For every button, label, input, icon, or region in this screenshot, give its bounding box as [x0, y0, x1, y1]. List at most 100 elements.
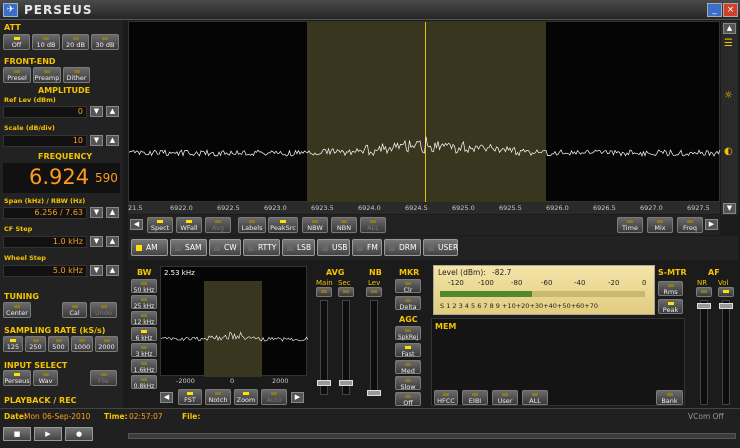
play-button[interactable]: ▶	[34, 427, 62, 441]
undo-button[interactable]: Undo	[90, 302, 117, 318]
span-down-arrow[interactable]: ▼	[90, 207, 103, 218]
att-30db-button[interactable]: 30 dB	[91, 34, 119, 50]
peaksrc-button[interactable]: PeakSrc	[268, 217, 298, 233]
sr-1000-button[interactable]: 1000	[71, 336, 93, 352]
cal-button[interactable]: Cal	[62, 302, 87, 318]
spectrum-left-arrow[interactable]: ◀	[130, 219, 143, 230]
freq-button[interactable]: Freq	[677, 217, 703, 233]
mode-cw-button[interactable]: CW	[209, 239, 241, 256]
contrast-icon[interactable]: ◐	[724, 146, 733, 157]
avg-sec-toggle[interactable]	[338, 287, 354, 297]
brightness-icon[interactable]: ☼	[724, 90, 733, 101]
wheel-step-field[interactable]: 5.0 kHz	[3, 265, 87, 277]
avg-sec-slider-knob[interactable]	[339, 380, 353, 386]
nr-toggle[interactable]	[696, 287, 712, 297]
sr-500-button[interactable]: 500	[48, 336, 69, 352]
vol-toggle[interactable]	[718, 287, 734, 297]
mode-rtty-button[interactable]: RTTY	[243, 239, 280, 256]
presel-button[interactable]: Presel	[3, 67, 31, 83]
att-20db-button[interactable]: 20 dB	[62, 34, 89, 50]
menu-icon[interactable]: ☰	[724, 38, 733, 49]
mode-lsb-button[interactable]: LSB	[282, 239, 315, 256]
frequency-display[interactable]: 6.924 590	[3, 163, 120, 193]
agc-off-button[interactable]: Off	[395, 392, 421, 407]
mode-user-button[interactable]: USER	[423, 239, 458, 256]
wheel-step-up-arrow[interactable]: ▲	[106, 265, 119, 276]
ref-level-field[interactable]: 0	[3, 106, 87, 118]
wfall-button[interactable]: WFall	[176, 217, 202, 233]
avg-main-slider-knob[interactable]	[317, 380, 331, 386]
cf-step-field[interactable]: 1.0 kHz	[3, 236, 87, 248]
bw-6khz-button[interactable]: 6 kHz	[131, 327, 157, 342]
scroll-up-arrow[interactable]: ▲	[723, 23, 736, 34]
agc-slow-button[interactable]: Slow	[395, 376, 421, 391]
mix-button[interactable]: Mix	[647, 217, 673, 233]
bw-1.6khz-button[interactable]: 1.6kHz	[131, 359, 157, 374]
cf-step-down-arrow[interactable]: ▼	[90, 236, 103, 247]
mode-sam-button[interactable]: SAM	[170, 239, 207, 256]
bw-25khz-button[interactable]: 25 kHz	[131, 295, 157, 310]
att-10db-button[interactable]: 10 dB	[32, 34, 60, 50]
nb-toggle[interactable]	[366, 287, 382, 297]
spect-button[interactable]: Spect	[147, 217, 173, 233]
bw-50khz-button[interactable]: 50 kHz	[131, 279, 157, 294]
span-up-arrow[interactable]: ▲	[106, 207, 119, 218]
agc-med-button[interactable]: Med	[395, 360, 421, 375]
span-field[interactable]: 6.256 / 7.63	[3, 207, 87, 219]
filter-display[interactable]: 2.53 kHz	[160, 266, 308, 377]
mode-usb-button[interactable]: USB	[317, 239, 350, 256]
minimize-button[interactable]: _	[707, 3, 722, 17]
wav-input-button[interactable]: Wav	[33, 370, 58, 386]
sr-2000-button[interactable]: 2000	[95, 336, 118, 352]
auto-button[interactable]: Auto	[261, 389, 287, 405]
avg-main-toggle[interactable]	[316, 287, 332, 297]
mode-fm-button[interactable]: FM	[352, 239, 382, 256]
mode-am-button[interactable]: AM	[131, 239, 168, 256]
record-button[interactable]: ●	[65, 427, 93, 441]
nb-slider-knob[interactable]	[367, 390, 381, 396]
spectrum-right-arrow[interactable]: ▶	[705, 219, 718, 230]
mem-all-button[interactable]: ALL	[522, 390, 548, 405]
agc-spkrej-button[interactable]: SpkRej	[395, 326, 421, 341]
scale-down-arrow[interactable]: ▼	[90, 135, 103, 146]
filter-right-arrow[interactable]: ▶	[291, 392, 304, 403]
dither-button[interactable]: Dither	[63, 67, 90, 83]
mkr-clr-button[interactable]: Clr	[395, 279, 421, 294]
close-button[interactable]: ×	[723, 3, 738, 17]
rms-button[interactable]: Rms	[658, 281, 683, 296]
mem-user-button[interactable]: User	[492, 390, 518, 405]
fst-button[interactable]: FST	[178, 389, 202, 405]
sr-250-button[interactable]: 250	[25, 336, 46, 352]
sr-125-button[interactable]: 125	[3, 336, 23, 352]
cf-step-up-arrow[interactable]: ▲	[106, 236, 119, 247]
mem-bank-button[interactable]: Bank	[656, 390, 683, 405]
agc-fast-button[interactable]: Fast	[395, 343, 421, 358]
nbn-button[interactable]: NBN	[331, 217, 357, 233]
filter-left-arrow[interactable]: ◀	[160, 392, 173, 403]
peak-button[interactable]: Peak	[658, 299, 683, 314]
scroll-down-arrow[interactable]: ▼	[723, 203, 736, 214]
bw-3khz-button[interactable]: 3 kHz	[131, 343, 157, 358]
bw-0.8khz-button[interactable]: 0.8kHz	[131, 375, 157, 390]
playback-progress[interactable]	[128, 433, 736, 439]
vol-slider-track[interactable]	[722, 300, 730, 405]
mode-drm-button[interactable]: DRM	[384, 239, 421, 256]
nbw-button[interactable]: NBW	[302, 217, 328, 233]
wheel-step-down-arrow[interactable]: ▼	[90, 265, 103, 276]
ref-level-down-arrow[interactable]: ▼	[90, 106, 103, 117]
nr-slider-track[interactable]	[700, 300, 708, 405]
scale-up-arrow[interactable]: ▲	[106, 135, 119, 146]
file-input-button[interactable]: File	[90, 370, 117, 386]
center-button[interactable]: Center	[3, 302, 31, 318]
preamp-button[interactable]: Preamp	[33, 67, 61, 83]
notch-button[interactable]: Notch	[205, 389, 231, 405]
att-off-button[interactable]: Off	[3, 34, 30, 50]
mkr-delta-button[interactable]: Delta	[395, 296, 421, 311]
mem-hfcc-button[interactable]: HFCC	[434, 390, 458, 405]
time-button[interactable]: Time	[617, 217, 643, 233]
stop-button[interactable]: ■	[3, 427, 31, 441]
scale-field[interactable]: 10	[3, 135, 87, 147]
zoom-button[interactable]: Zoom	[234, 389, 258, 405]
labels-button[interactable]: Labels	[238, 217, 266, 233]
perseus-input-button[interactable]: Perseus	[3, 370, 31, 386]
